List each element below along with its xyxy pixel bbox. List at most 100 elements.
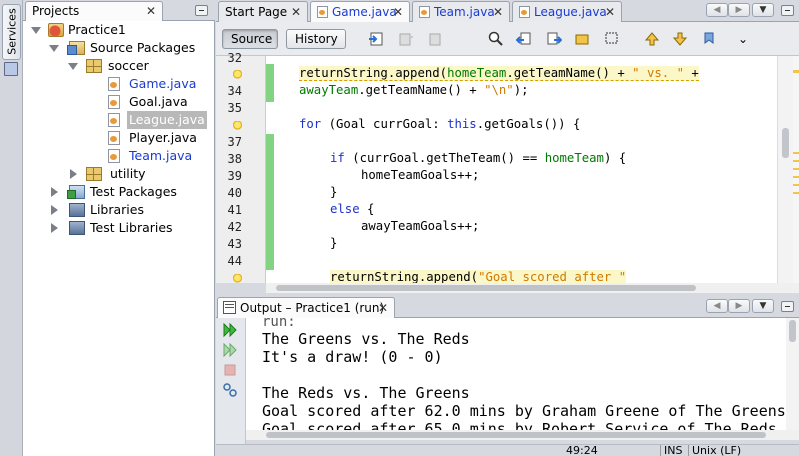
tree-node-file[interactable]: Game.java — [23, 75, 215, 93]
collapse-toggle-icon[interactable] — [51, 223, 58, 233]
minimize-window-icon[interactable] — [781, 301, 794, 312]
close-icon[interactable]: ✕ — [291, 6, 301, 18]
maximize-window-icon[interactable] — [781, 5, 794, 16]
tab-game-java[interactable]: Game.java ✕ — [310, 1, 410, 23]
services-tab[interactable]: Services — [2, 4, 21, 60]
scroll-tabs-left-icon[interactable]: ◀ — [706, 299, 728, 313]
tab-start-page[interactable]: Start Page ✕ — [218, 1, 308, 22]
collapse-toggle-icon[interactable] — [51, 187, 58, 197]
tree-node-source-packages[interactable]: Source Packages — [23, 39, 215, 57]
close-icon[interactable]: ✕ — [493, 6, 503, 18]
show-opened-documents-icon[interactable]: ▼ — [752, 299, 774, 313]
editor-area: Start Page ✕ Game.java ✕ Team.java ✕ Lea… — [216, 0, 799, 293]
history-button[interactable]: History — [286, 29, 346, 49]
output-horizontal-scrollbar[interactable] — [246, 430, 799, 440]
hint-bulb-icon[interactable] — [233, 121, 242, 131]
line-ending[interactable]: Unix (LF) — [688, 445, 741, 456]
tree-label: Game.java — [129, 76, 197, 91]
scrollbar-thumb[interactable] — [266, 432, 766, 438]
tree-label: Practice1 — [68, 22, 126, 37]
tree-node-project[interactable]: Practice1 — [23, 21, 215, 39]
expand-toggle-icon[interactable] — [31, 27, 41, 34]
collapse-toggle-icon[interactable] — [70, 169, 77, 179]
close-icon[interactable]: ✕ — [146, 5, 156, 17]
toggle-rectangular-selection-icon[interactable] — [604, 31, 620, 47]
collapse-toggle-icon[interactable] — [51, 205, 58, 215]
editor-vertical-scrollbar[interactable] — [777, 56, 793, 283]
code-line-43: } — [330, 236, 338, 250]
scroll-tabs-right-icon[interactable]: ▶ — [728, 299, 750, 313]
output-console[interactable]: run: The Greens vs. The Reds It's a draw… — [246, 318, 786, 430]
toggle-bookmark-icon[interactable] — [702, 31, 718, 47]
scroll-tabs-right-icon[interactable]: ▶ — [728, 3, 750, 17]
scrollbar-thumb[interactable] — [782, 128, 789, 158]
warning-mark[interactable] — [793, 176, 799, 178]
previous-bookmark-icon[interactable] — [644, 31, 660, 47]
output-window-icon — [223, 301, 236, 314]
tab-output-run[interactable]: Output – Practice1 (run) ✕ — [217, 297, 395, 318]
console-line: Goal scored after 62.0 mins by Graham Gr… — [262, 402, 786, 420]
line-number: 32 — [227, 51, 242, 65]
code-line-40: } — [330, 185, 338, 199]
insert-mode[interactable]: INS — [660, 445, 682, 456]
editor-horizontal-scrollbar[interactable] — [266, 283, 799, 293]
output-vertical-scrollbar[interactable] — [786, 318, 799, 430]
code-line-42: awayTeamGoals++; — [361, 219, 480, 233]
tab-league-java[interactable]: League.java ✕ — [512, 1, 622, 22]
line-number: 38 — [227, 152, 242, 166]
close-icon[interactable]: ✕ — [605, 6, 615, 18]
expand-toggle-icon[interactable] — [49, 45, 59, 52]
tree-label: Test Packages — [90, 184, 177, 199]
hint-bulb-icon[interactable] — [233, 274, 242, 284]
tree-node-file[interactable]: Team.java — [23, 147, 215, 165]
ide-window: Services Projects ✕ Practice1 Source Pac… — [0, 0, 799, 456]
next-bookmark-icon[interactable] — [672, 31, 688, 47]
back-icon[interactable] — [398, 31, 414, 47]
warning-mark[interactable] — [793, 168, 799, 170]
tab-projects[interactable]: Projects ✕ — [25, 1, 163, 21]
settings-icon[interactable] — [222, 382, 238, 398]
rerun-icon[interactable] — [222, 322, 238, 338]
change-marker — [266, 64, 274, 102]
source-button[interactable]: Source — [222, 29, 278, 49]
tree-node-test-libraries[interactable]: Test Libraries — [23, 219, 215, 237]
find-previous-icon[interactable] — [516, 31, 532, 47]
code-editor[interactable]: 32 returnString.append(homeTeam.getTeamN… — [216, 51, 799, 285]
tab-team-java[interactable]: Team.java ✕ — [412, 1, 510, 22]
find-next-icon[interactable] — [546, 31, 562, 47]
services-strip: Services — [0, 0, 23, 456]
minimize-panel-icon[interactable] — [195, 5, 208, 16]
warning-mark[interactable] — [793, 160, 799, 162]
find-icon[interactable] — [488, 31, 504, 47]
tree-node-package-soccer[interactable]: soccer — [23, 57, 215, 75]
rerun-with-parameters-icon[interactable] — [222, 342, 238, 358]
forward-icon[interactable] — [428, 31, 444, 47]
scroll-tabs-left-icon[interactable]: ◀ — [706, 3, 728, 17]
warning-mark[interactable] — [793, 192, 799, 194]
toggle-highlight-icon[interactable] — [574, 31, 590, 47]
tree-node-file[interactable]: Player.java — [23, 129, 215, 147]
tree-node-file-selected[interactable]: League.java — [23, 111, 215, 129]
tree-node-libraries[interactable]: Libraries — [23, 201, 215, 219]
scrollbar-thumb[interactable] — [276, 285, 696, 291]
warning-mark[interactable] — [793, 184, 799, 186]
hint-bulb-icon[interactable] — [233, 70, 242, 80]
line-number: 41 — [227, 203, 242, 217]
warning-mark[interactable] — [793, 70, 799, 73]
warning-mark[interactable] — [793, 152, 799, 154]
last-edit-icon[interactable] — [368, 31, 384, 47]
code-line-45: returnString.append("Goal scored after " — [330, 270, 627, 285]
expand-toggle-icon[interactable] — [68, 63, 78, 70]
tree-node-file[interactable]: Goal.java — [23, 93, 215, 111]
source-packages-icon — [67, 41, 85, 55]
tree-label: utility — [110, 166, 146, 181]
scrollbar-thumb[interactable] — [789, 320, 796, 342]
tree-node-test-packages[interactable]: Test Packages — [23, 183, 215, 201]
show-opened-documents-icon[interactable]: ▼ — [752, 3, 774, 17]
services-panel-icon[interactable] — [4, 62, 18, 76]
tree-node-package-utility[interactable]: utility — [23, 165, 215, 183]
close-icon[interactable]: ✕ — [378, 302, 388, 314]
stop-icon[interactable] — [222, 362, 238, 378]
close-icon[interactable]: ✕ — [393, 6, 403, 18]
more-tools-chevron-icon[interactable]: ⌄ — [738, 32, 748, 46]
